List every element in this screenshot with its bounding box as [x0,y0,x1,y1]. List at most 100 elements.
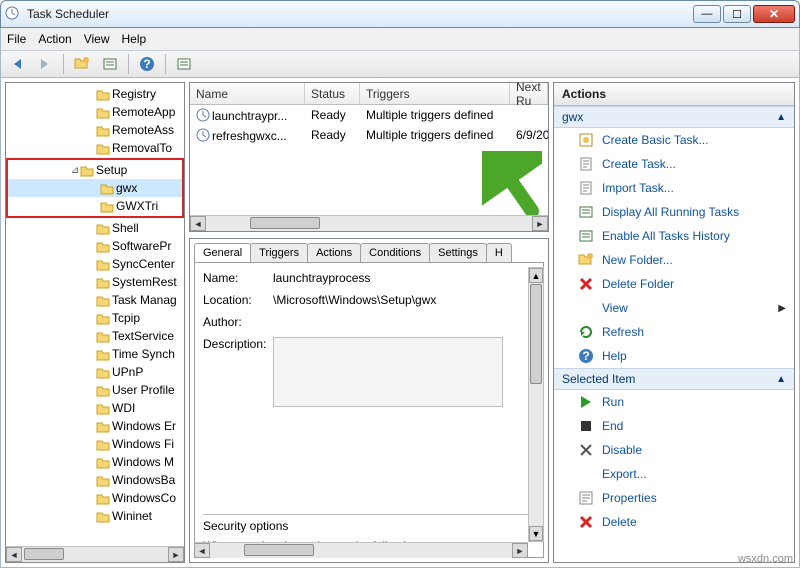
tasklist-hscrollbar[interactable]: ◄ ► [190,215,548,231]
actions-group-selected[interactable]: Selected Item ▲ [554,368,794,390]
tree-item-label: Windows M [112,455,174,469]
folder-icon [96,510,110,522]
tree-item[interactable]: Shell [6,219,184,237]
tree-item-label: Shell [112,221,139,235]
tree-item-label: SoftwarePr [112,239,171,253]
refresh-toolbar-button[interactable] [70,53,94,75]
action-label: Run [602,395,624,409]
tree-item[interactable]: SoftwarePr [6,237,184,255]
tree-pane: Registry RemoteApp RemoteAssRemovalTo ⊿Setu… [5,82,185,563]
tree-item[interactable]: Task Manag [6,291,184,309]
minimize-button[interactable]: — [693,5,721,23]
tree-item[interactable]: Time Synch [6,345,184,363]
toolbar [0,50,800,78]
action-view[interactable]: View ▶ [554,296,794,320]
tab-history[interactable]: H [486,243,512,262]
action-enable-history[interactable]: Enable All Tasks History [554,224,794,248]
help-toolbar-button[interactable] [135,53,159,75]
tree-item[interactable]: RemoteApp [6,103,184,121]
tree-item[interactable]: Tcpip [6,309,184,327]
tree-item[interactable]: Windows Er [6,417,184,435]
description-box [273,337,503,407]
tree-item-gwxtri[interactable]: GWXTri [8,197,182,215]
task-name: refreshgwxc... [212,129,287,143]
tree-item[interactable]: Wininet [6,507,184,525]
tree-item-setup[interactable]: ⊿Setup [8,161,182,179]
maximize-button[interactable]: ☐ [723,5,751,23]
tree-item[interactable]: Windows M [6,453,184,471]
tree-item[interactable]: SyncCenter [6,255,184,273]
properties-toolbar-button[interactable] [172,53,196,75]
submenu-arrow-icon: ▶ [778,303,786,314]
tree-item[interactable]: TextService [6,327,184,345]
task-row[interactable]: refreshgwxc... Ready Multiple triggers d… [190,125,548,145]
menu-view[interactable]: View [84,32,110,46]
action-end-task[interactable]: End [554,414,794,438]
action-new-folder[interactable]: New Folder... [554,248,794,272]
tab-general[interactable]: General [194,243,251,262]
actions-group-gwx[interactable]: gwx ▲ [554,106,794,128]
action-create-task[interactable]: Create Task... [554,152,794,176]
tree-item[interactable]: RemoteAss [6,121,184,139]
folder-tree[interactable]: Registry RemoteApp RemoteAssRemovalTo ⊿Setu… [6,83,184,546]
action-run-task[interactable]: Run [554,390,794,414]
details-hscrollbar[interactable]: ◄ ► [194,542,528,558]
tree-item-label: WindowsCo [112,491,176,505]
action-refresh[interactable]: Refresh [554,320,794,344]
menu-action[interactable]: Action [38,32,71,46]
menu-file[interactable]: File [7,32,26,46]
tree-item[interactable]: WindowsCo [6,489,184,507]
tree-item[interactable]: User Profile [6,381,184,399]
task-status: Ready [305,128,360,142]
col-next-run[interactable]: Next Ru [510,83,548,104]
tree-item[interactable]: WindowsBa [6,471,184,489]
tree-item[interactable]: SystemRest [6,273,184,291]
back-button[interactable] [5,53,29,75]
tree-item-label: TextService [112,329,174,343]
folder-icon [96,402,110,414]
export-list-button[interactable] [98,53,122,75]
action-label: Refresh [602,325,644,339]
tree-item[interactable]: Windows Fi [6,435,184,453]
tab-actions[interactable]: Actions [307,243,361,262]
col-name[interactable]: Name [190,83,305,104]
folder-icon [96,124,110,136]
wizard-icon [578,132,594,148]
collapse-icon: ▲ [776,112,786,123]
action-display-running-tasks[interactable]: Display All Running Tasks [554,200,794,224]
blank-icon [578,300,594,316]
action-label: Properties [602,491,657,505]
tab-settings[interactable]: Settings [429,243,487,262]
col-status[interactable]: Status [305,83,360,104]
action-create-basic-task[interactable]: Create Basic Task... [554,128,794,152]
task-list-pane: Name Status Triggers Next Ru launchtrayp… [189,82,549,232]
action-delete-task[interactable]: Delete [554,510,794,534]
action-export-task[interactable]: Export... [554,462,794,486]
folder-icon [96,294,110,306]
tree-item-gwx[interactable]: gwx [8,179,182,197]
tree-item-label: RemoteApp [112,105,175,119]
action-label: Export... [602,467,647,481]
action-task-properties[interactable]: Properties [554,486,794,510]
props-icon [578,490,594,506]
action-disable-task[interactable]: Disable [554,438,794,462]
col-triggers[interactable]: Triggers [360,83,510,104]
tree-item[interactable]: UPnP [6,363,184,381]
tree-item[interactable]: RemovalTo [6,139,184,157]
close-button[interactable]: ✕ [753,5,795,23]
tab-conditions[interactable]: Conditions [360,243,430,262]
details-vscrollbar[interactable]: ▲ ▼ [528,267,544,542]
tree-hscrollbar[interactable]: ◄ ► [6,546,184,562]
menu-help[interactable]: Help [122,32,147,46]
tree-item[interactable]: Registry [6,85,184,103]
forward-button[interactable] [33,53,57,75]
task-next-run: 6/9/201 [510,128,548,142]
tab-triggers[interactable]: Triggers [250,243,308,262]
expander-icon[interactable]: ⊿ [70,165,80,176]
action-delete-folder[interactable]: Delete Folder [554,272,794,296]
action-help[interactable]: Help [554,344,794,368]
tree-item[interactable]: WDI [6,399,184,417]
action-import-task[interactable]: Import Task... [554,176,794,200]
clock-icon [196,128,210,142]
task-row[interactable]: launchtraypr... Ready Multiple triggers … [190,105,548,125]
